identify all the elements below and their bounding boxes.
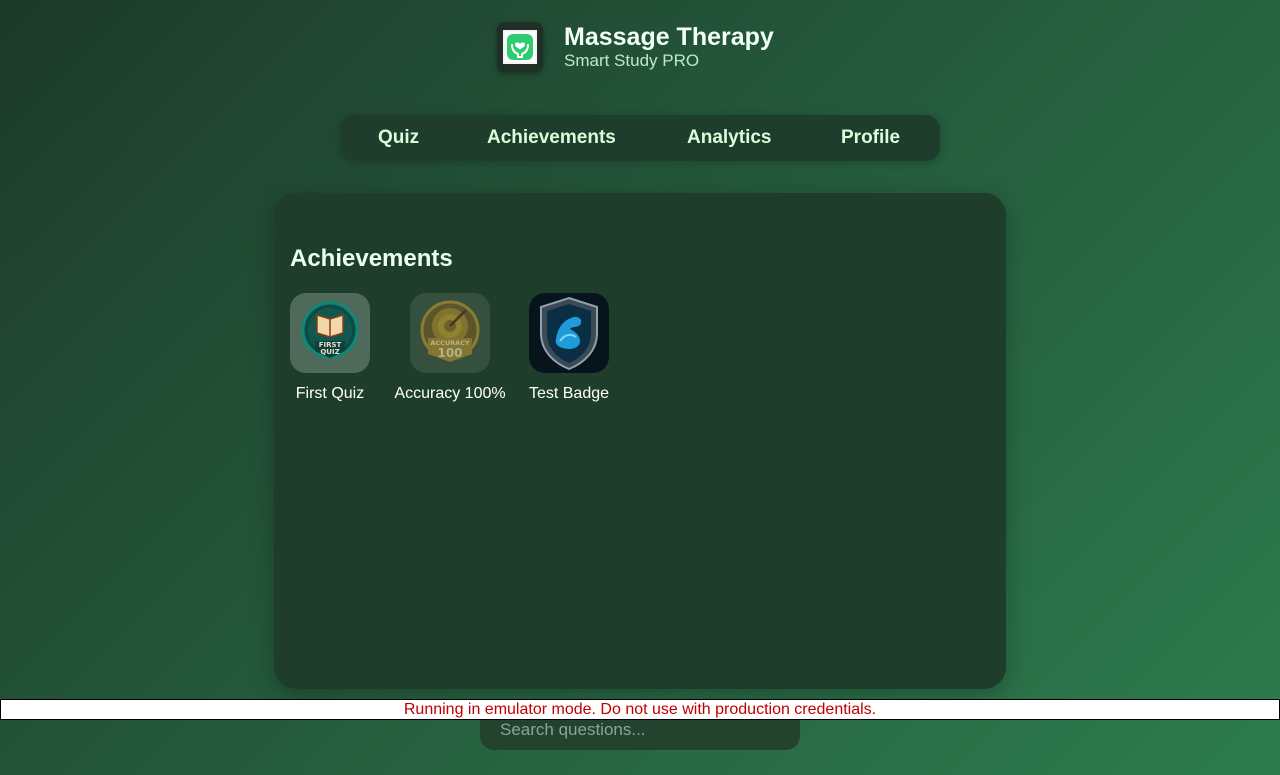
shield-muscle-badge-icon [540, 296, 598, 371]
target-badge-icon: ACCURACY 100 [420, 300, 480, 362]
tab-quiz[interactable]: Quiz [378, 127, 419, 149]
app-title: Massage Therapy [564, 23, 774, 51]
badge-icon-text-bottom: 100 [437, 346, 462, 360]
emulator-warning-banner: Running in emulator mode. Do not use wit… [0, 699, 1280, 720]
badge-label: Accuracy 100% [394, 385, 506, 402]
tab-analytics[interactable]: Analytics [687, 127, 771, 149]
app-logo [497, 22, 543, 72]
app-subtitle: Smart Study PRO [564, 51, 700, 70]
open-book-badge-icon: FIRST QUIZ [301, 301, 359, 359]
achievements-panel: Achievements FIRST QUIZ First Quiz ACCUR… [274, 193, 1006, 689]
tab-achievements[interactable]: Achievements [487, 127, 616, 149]
search-placeholder: Search questions... [500, 720, 646, 739]
badge-list: FIRST QUIZ First Quiz ACCURACY 100 Accur… [290, 293, 609, 403]
hands-heart-icon [507, 34, 533, 60]
badge-label: Test Badge [528, 385, 610, 402]
tab-profile[interactable]: Profile [841, 127, 900, 149]
badge-label: First Quiz [295, 385, 365, 402]
badge-icon-text-bottom: QUIZ [320, 348, 339, 356]
badge-first-quiz[interactable]: FIRST QUIZ First Quiz [290, 293, 370, 403]
app-header: Massage Therapy Smart Study PRO [497, 22, 774, 72]
badge-test[interactable]: Test Badge [529, 293, 609, 403]
badge-accuracy-100[interactable]: ACCURACY 100 Accuracy 100% [394, 293, 506, 403]
main-nav: Quiz Achievements Analytics Profile [340, 115, 940, 161]
achievements-title: Achievements [290, 245, 453, 272]
